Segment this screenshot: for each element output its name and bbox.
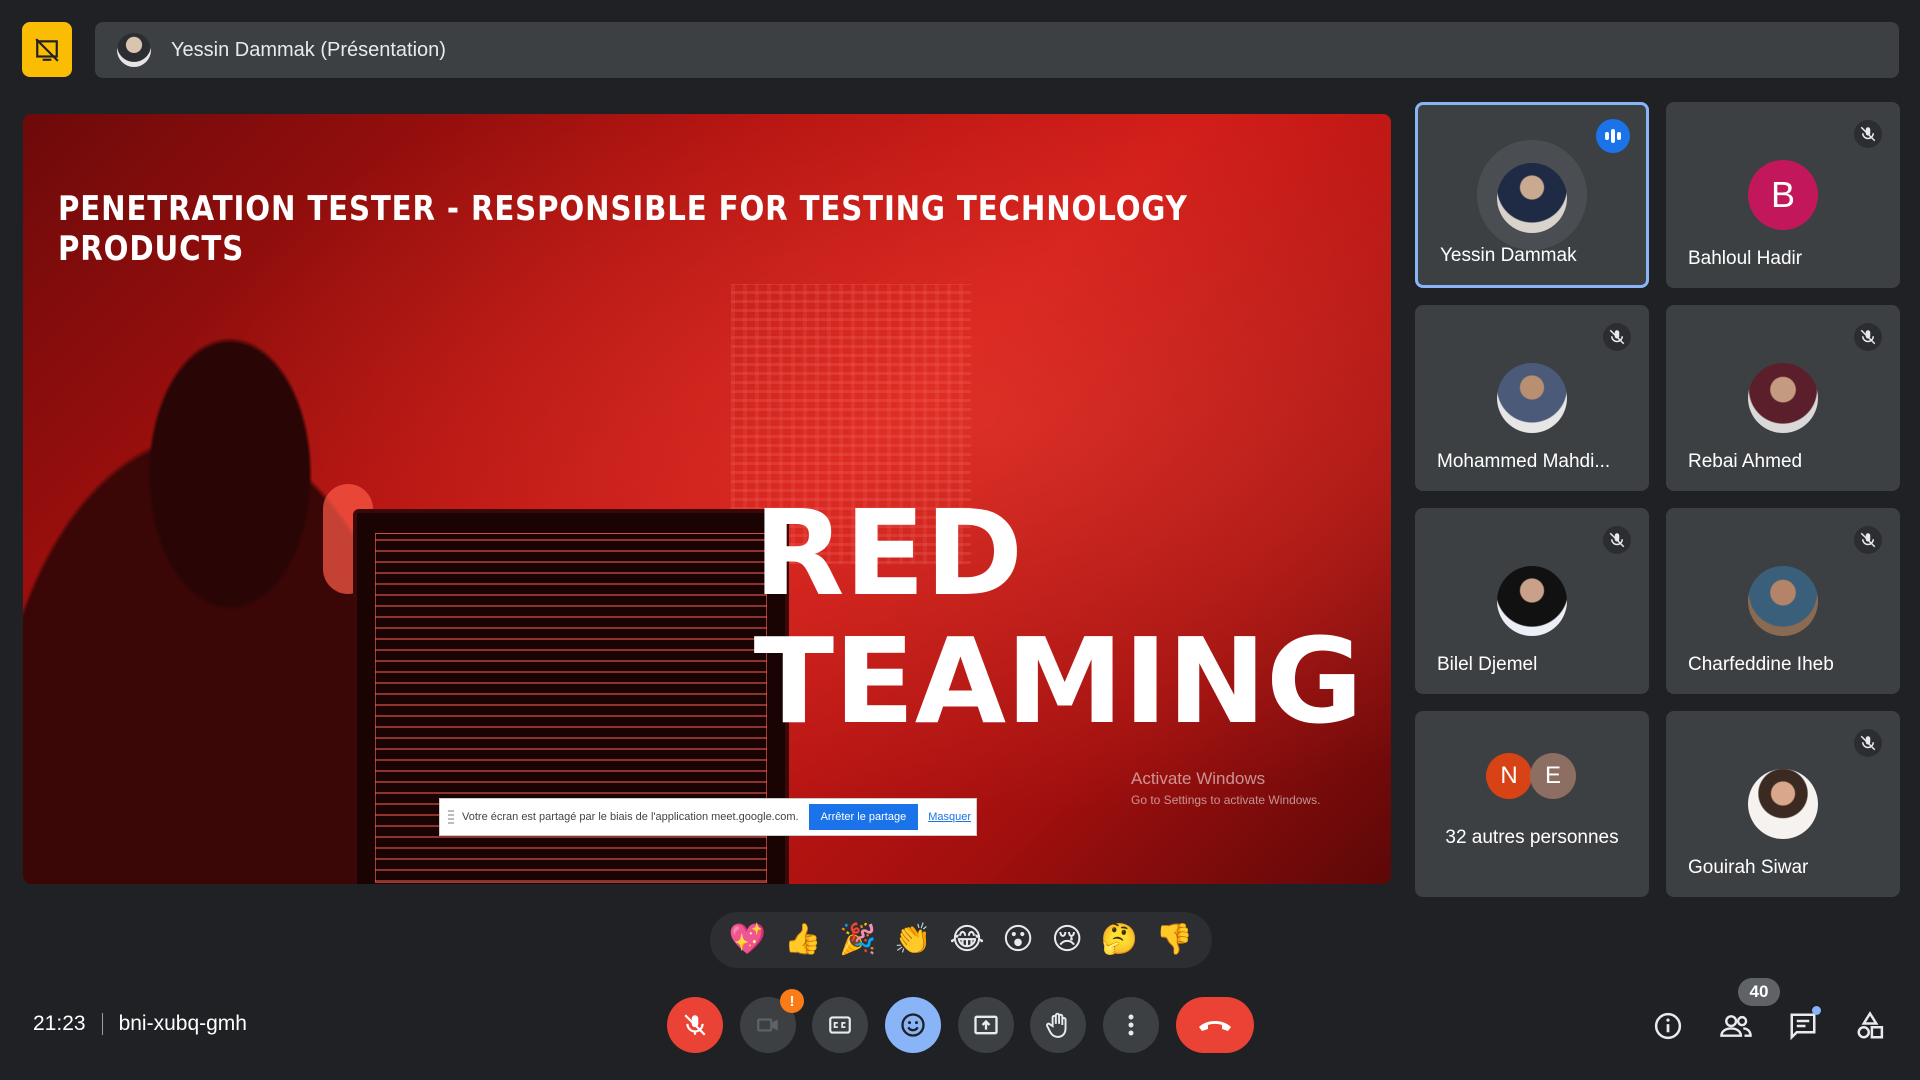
people-icon xyxy=(1720,1015,1752,1037)
unread-dot xyxy=(1812,1006,1821,1015)
more-vert-icon xyxy=(1128,1014,1134,1036)
participant-avatar xyxy=(1748,769,1818,839)
presentation-toggle-button[interactable] xyxy=(22,22,72,77)
mic-off-icon xyxy=(1854,729,1882,757)
camera-toggle-button[interactable]: ! xyxy=(740,989,804,1053)
mic-off-icon xyxy=(1854,323,1882,351)
shapes-icon xyxy=(1857,1011,1884,1039)
participant-avatar xyxy=(1748,363,1818,433)
participant-avatar: B xyxy=(1748,160,1818,230)
participant-count-badge: 40 xyxy=(1738,978,1780,1006)
stop-sharing-button[interactable]: Arrêter le partage xyxy=(808,804,919,830)
reaction-laugh[interactable]: 😂 xyxy=(950,925,985,955)
presenter-avatar xyxy=(117,33,151,67)
participant-avatar: E xyxy=(1530,753,1576,799)
participant-tile[interactable]: Bilel Djemel xyxy=(1415,508,1649,694)
reaction-sad[interactable]: 😢 xyxy=(1051,925,1082,955)
reaction-thumbs-up[interactable]: 👍 xyxy=(784,925,821,955)
info-icon xyxy=(1654,1012,1682,1040)
hide-link[interactable]: Masquer xyxy=(928,811,971,823)
mic-off-icon xyxy=(684,1014,706,1036)
participant-avatar xyxy=(1748,566,1818,636)
participant-name: Charfeddine Iheb xyxy=(1688,654,1834,675)
slide-title: RED TEAMING xyxy=(753,484,1363,750)
reaction-thinking[interactable]: 🤔 xyxy=(1101,925,1138,955)
chat-button[interactable] xyxy=(1781,1004,1825,1048)
participant-avatar: N xyxy=(1486,753,1532,799)
participant-tile[interactable]: Rebai Ahmed xyxy=(1666,305,1900,491)
slide-subtitle: Penetration Tester - Responsible for tes… xyxy=(58,189,1188,269)
present-off-icon xyxy=(35,37,59,62)
present-screen-button[interactable] xyxy=(958,997,1014,1053)
reaction-party[interactable]: 🎉 xyxy=(839,925,876,955)
participant-tile[interactable]: Gouirah Siwar xyxy=(1666,711,1900,897)
captions-button[interactable] xyxy=(812,997,868,1053)
participant-name: Gouirah Siwar xyxy=(1688,857,1809,878)
mic-off-icon xyxy=(1854,526,1882,554)
captions-icon xyxy=(829,1016,851,1034)
mic-off-icon xyxy=(1603,323,1631,351)
meeting-details-button[interactable] xyxy=(1646,1004,1690,1048)
speaking-indicator-icon xyxy=(1596,119,1630,153)
participant-name: Mohammed Mahdi... xyxy=(1437,451,1611,472)
activate-windows-watermark: Activate Windows Go to Settings to activ… xyxy=(1131,769,1321,807)
camera-warning-badge: ! xyxy=(780,989,804,1013)
mic-off-icon xyxy=(1603,526,1631,554)
meeting-info: 21:23 bni-xubq-gmh xyxy=(33,1012,247,1036)
leave-call-button[interactable] xyxy=(1176,997,1254,1053)
reaction-thumbs-down[interactable]: 👎 xyxy=(1156,925,1193,955)
participant-tile[interactable]: Yessin Dammak xyxy=(1415,102,1649,288)
screen-share-notice: Votre écran est partagé par le biais de … xyxy=(439,798,977,836)
participant-avatar xyxy=(1497,163,1567,233)
divider xyxy=(101,1013,103,1035)
participant-avatar xyxy=(1497,566,1567,636)
hand-icon xyxy=(1046,1012,1067,1038)
reaction-clap[interactable]: 👏 xyxy=(894,925,931,955)
others-tile[interactable]: N E 32 autres personnes xyxy=(1415,711,1649,897)
reactions-button[interactable] xyxy=(885,997,941,1053)
participant-tile[interactable]: Charfeddine Iheb xyxy=(1666,508,1900,694)
presentation-screen[interactable]: Penetration Tester - Responsible for tes… xyxy=(23,114,1391,884)
hang-up-icon xyxy=(1199,1021,1231,1031)
clock-time: 21:23 xyxy=(33,1012,86,1035)
microphone-toggle-button[interactable] xyxy=(667,997,723,1053)
present-icon xyxy=(974,1015,998,1035)
people-button[interactable] xyxy=(1714,1004,1758,1048)
meeting-code: bni-xubq-gmh xyxy=(118,1012,247,1035)
participant-name: Rebai Ahmed xyxy=(1688,451,1803,472)
presenter-bar: Yessin Dammak (Présentation) xyxy=(95,22,1899,78)
participant-avatar xyxy=(1497,363,1567,433)
chat-icon xyxy=(1790,1013,1816,1041)
presenter-title: Yessin Dammak (Présentation) xyxy=(171,38,446,61)
reactions-bar: 💖 👍 🎉 👏 😂 😮 😢 🤔 👎 xyxy=(710,912,1212,968)
reaction-surprised[interactable]: 😮 xyxy=(1002,925,1033,955)
drag-handle-icon[interactable] xyxy=(448,810,454,824)
participant-name: Yessin Dammak xyxy=(1440,245,1577,266)
participant-tile[interactable]: Mohammed Mahdi... xyxy=(1415,305,1649,491)
mic-off-icon xyxy=(1854,120,1882,148)
reaction-heart[interactable]: 💖 xyxy=(729,925,766,955)
participant-tile[interactable]: B Bahloul Hadir xyxy=(1666,102,1900,288)
others-count-label: 32 autres personnes xyxy=(1445,827,1619,848)
raise-hand-button[interactable] xyxy=(1030,997,1086,1053)
participant-name: Bahloul Hadir xyxy=(1688,248,1803,269)
camera-icon xyxy=(757,1018,778,1032)
smiley-icon xyxy=(901,1013,925,1037)
participant-name: Bilel Djemel xyxy=(1437,654,1538,675)
activities-button[interactable] xyxy=(1848,1004,1892,1048)
more-options-button[interactable] xyxy=(1103,997,1159,1053)
share-notice-text: Votre écran est partagé par le biais de … xyxy=(462,811,799,823)
